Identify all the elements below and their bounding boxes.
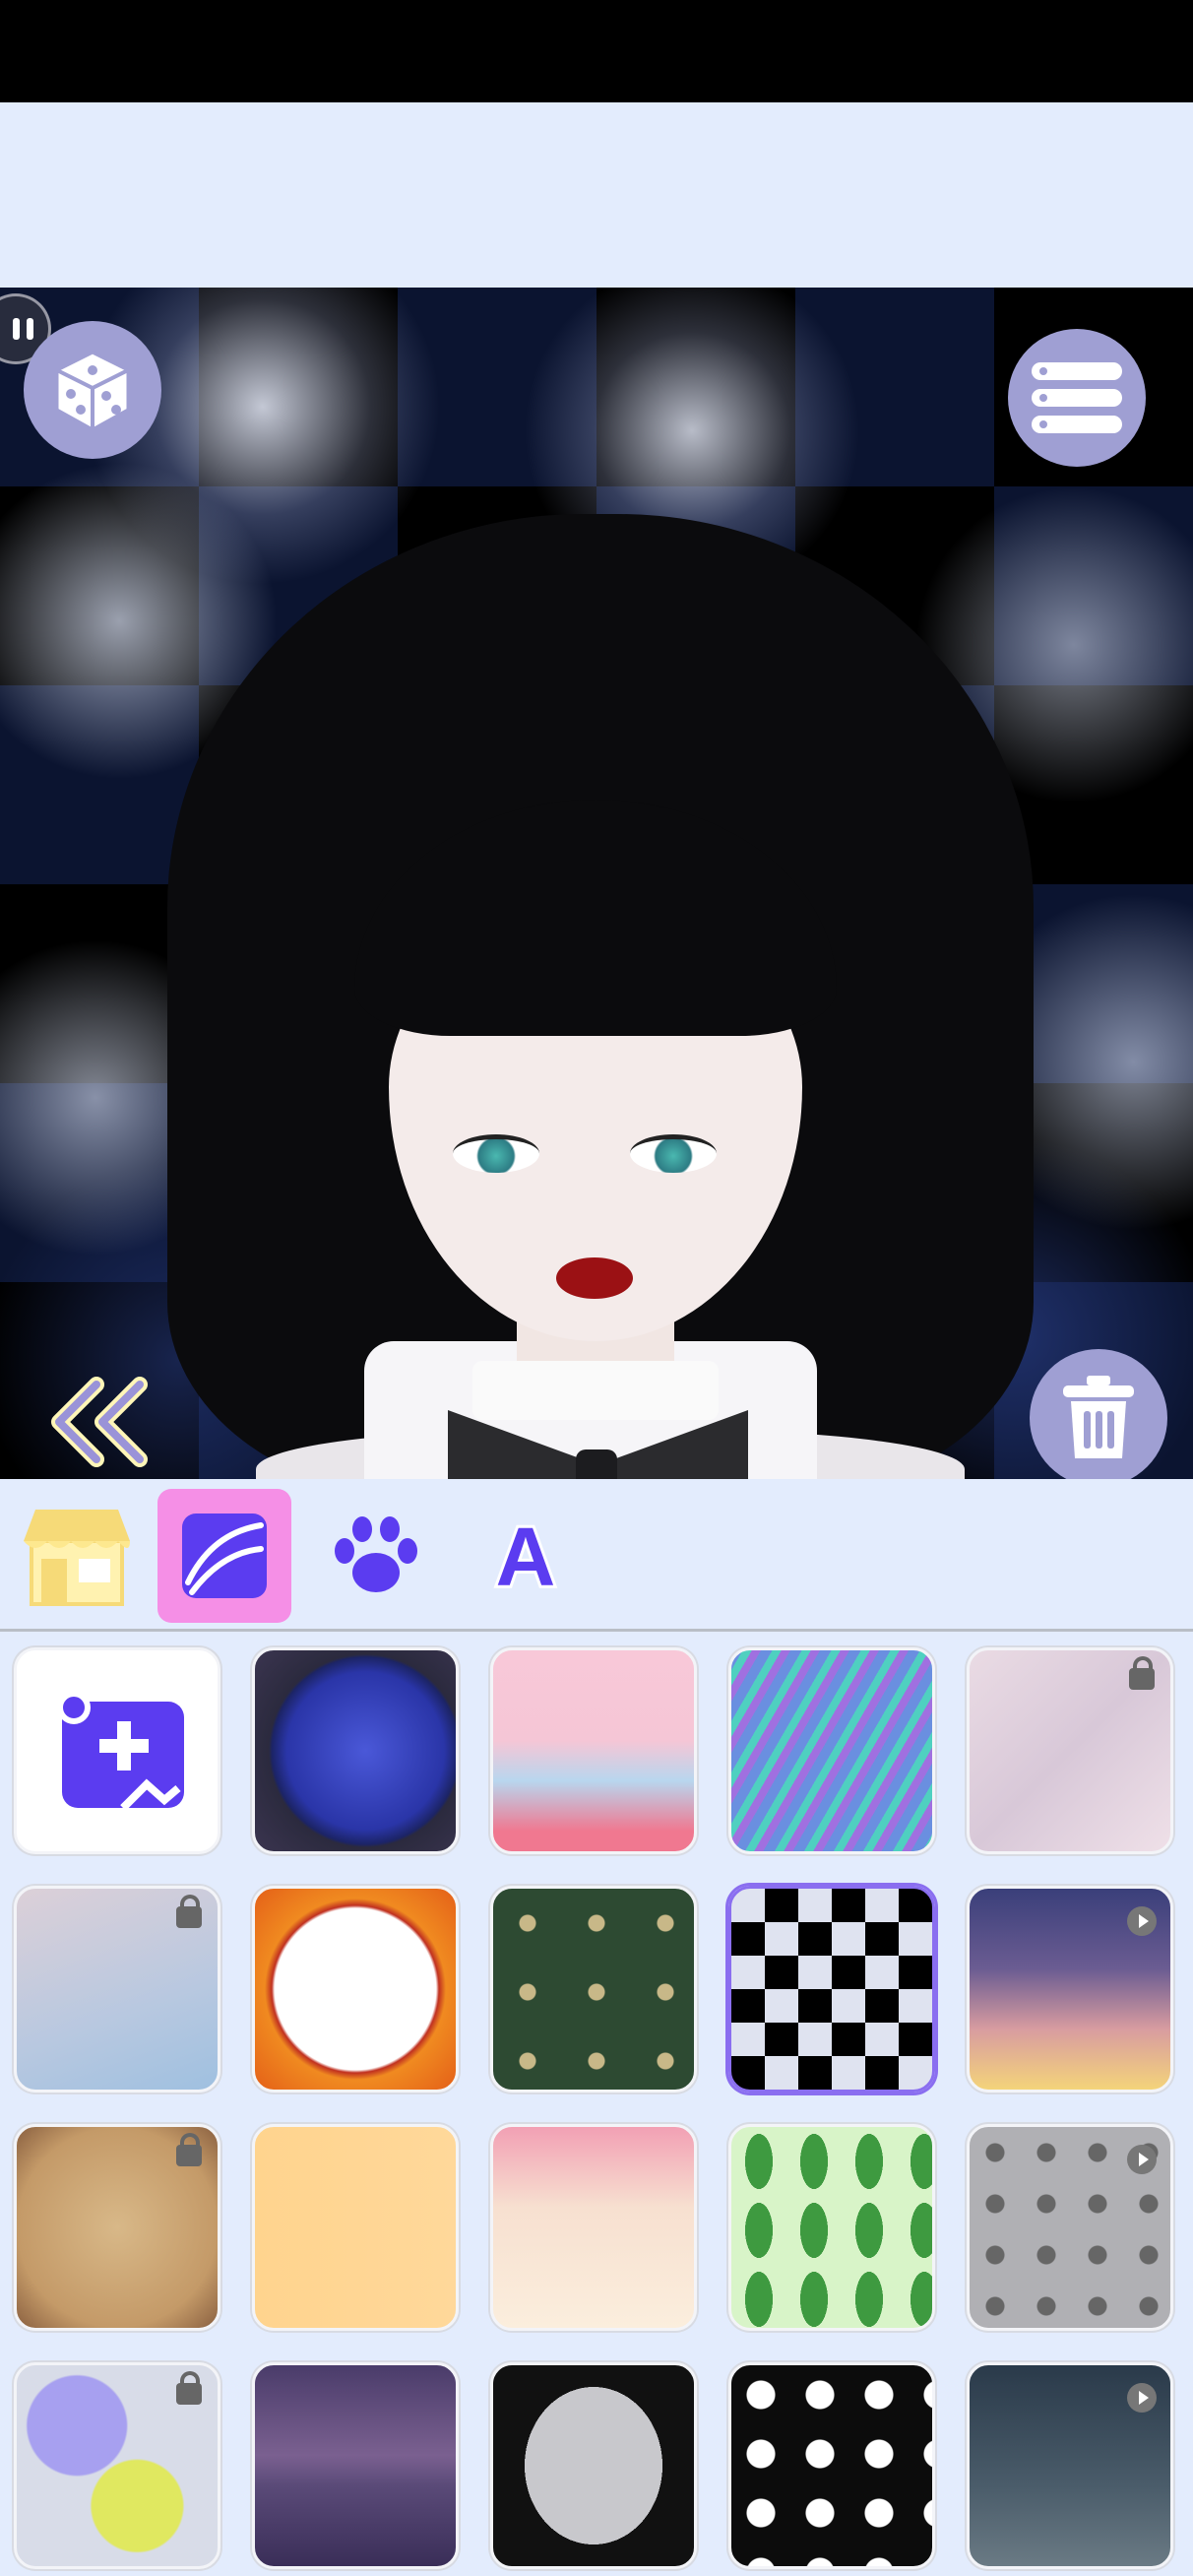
background-tile-galaxy-moon[interactable] <box>252 1647 459 1854</box>
lock-icon <box>1129 1656 1155 1690</box>
watch-ad-play-icon <box>1127 1906 1157 1936</box>
background-tile-gray-skulls[interactable] <box>967 2124 1173 2331</box>
double-chevron-left-icon[interactable] <box>37 1373 156 1471</box>
shop-icon <box>24 1510 130 1606</box>
status-bar <box>0 0 1193 102</box>
background-tile-pink-marble[interactable] <box>967 1647 1173 1854</box>
background-tile-ghosts-boo[interactable] <box>728 2362 935 2569</box>
background-tile-night-clouds[interactable] <box>967 2362 1173 2569</box>
background-tile-sunset-sky[interactable] <box>967 1886 1173 2093</box>
top-bar-area <box>0 102 1193 288</box>
dice-icon <box>55 351 130 431</box>
background-tile-green-leaves[interactable] <box>728 2124 935 2331</box>
background-tile-green-pattern[interactable] <box>490 1886 697 2093</box>
lock-icon <box>176 2133 202 2166</box>
list-menu-icon <box>1032 362 1122 433</box>
background-tile-golden-wings[interactable] <box>252 2124 459 2331</box>
category-toolbar: A <box>0 1479 1193 1632</box>
background-tile-halloween-frame[interactable] <box>490 2362 697 2569</box>
background-tile-old-paper[interactable] <box>14 2124 220 2331</box>
background-tile-pastel-clouds[interactable] <box>490 1647 697 1854</box>
background-grid <box>0 1632 1193 2576</box>
add-photo-icon <box>57 1691 184 1811</box>
background-tile-watercolor-wash[interactable] <box>14 1886 220 2093</box>
background-tile-floral-cream[interactable] <box>490 2124 697 2331</box>
background-tile-purple-lake[interactable] <box>252 2362 459 2569</box>
delete-button[interactable] <box>1030 1349 1167 1487</box>
letter-a-icon: A <box>493 1508 559 1605</box>
character-right-eye <box>630 1134 717 1173</box>
lock-icon <box>176 2371 202 2405</box>
randomize-button[interactable] <box>24 321 161 459</box>
bow-tie-knot <box>576 1449 617 1479</box>
tab-text[interactable]: A <box>459 1489 593 1623</box>
tab-shop[interactable] <box>10 1489 144 1623</box>
background-image-icon <box>182 1513 267 1598</box>
tab-pet[interactable] <box>309 1489 443 1623</box>
character-collar <box>472 1361 719 1420</box>
paw-icon <box>335 1516 417 1592</box>
watch-ad-play-icon <box>1127 2383 1157 2413</box>
character-preview-canvas <box>0 288 1193 1479</box>
background-tile-checkerboard[interactable] <box>728 1886 935 2093</box>
character-lips <box>556 1257 633 1299</box>
lock-icon <box>176 1895 202 1928</box>
watch-ad-play-icon <box>1127 2145 1157 2174</box>
background-tile-orange-frame[interactable] <box>252 1886 459 2093</box>
background-tile-add-custom-photo[interactable] <box>14 1647 220 1854</box>
trash-icon <box>1063 1376 1134 1458</box>
layer-menu-button[interactable] <box>1008 329 1146 467</box>
tab-background[interactable] <box>157 1489 291 1623</box>
tab-text-label: A <box>496 1511 556 1603</box>
character-left-eye <box>453 1134 539 1173</box>
background-tile-paint-splash[interactable] <box>14 2362 220 2569</box>
background-tile-blue-swirl[interactable] <box>728 1647 935 1854</box>
